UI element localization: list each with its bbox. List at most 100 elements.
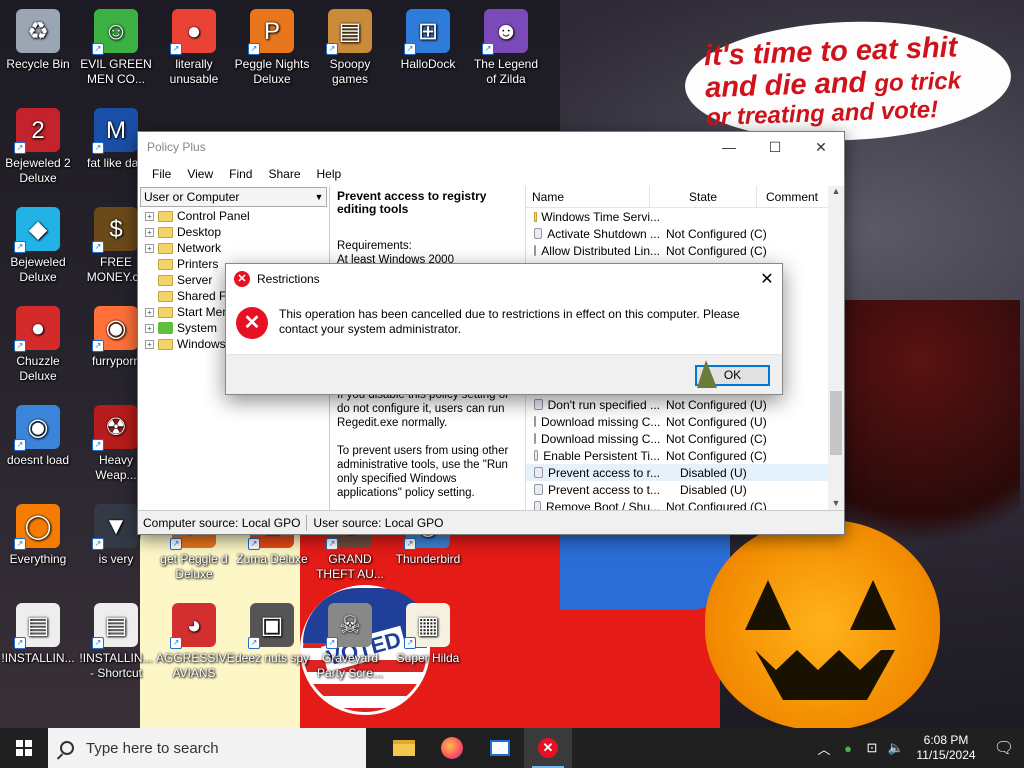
desktop-icon-label: Peggle Nights Deluxe bbox=[234, 57, 310, 86]
clock-time: 6:08 PM bbox=[923, 733, 969, 747]
menu-share[interactable]: Share bbox=[260, 167, 308, 181]
desktop-icon-evil-green-men-co[interactable]: ☺ ↗ EVIL GREEN MEN CO... bbox=[78, 5, 154, 87]
desktop-icon-label: doesnt load bbox=[6, 453, 70, 467]
scroll-down-icon[interactable]: ▼ bbox=[828, 498, 844, 508]
dialog-message: This operation has been cancelled due to… bbox=[279, 307, 740, 336]
user-source-value: Local GPO bbox=[384, 515, 444, 530]
desktop-icon-super-hilda[interactable]: ▦ ↗ Super Hilda bbox=[390, 599, 466, 666]
network-icon[interactable]: ⊡ bbox=[863, 740, 881, 756]
tree-item-desktop[interactable]: + Desktop bbox=[138, 224, 329, 240]
document-icon: ▤ ↗ bbox=[14, 603, 60, 649]
tree-item-control-panel[interactable]: + Control Panel bbox=[138, 208, 329, 224]
maximize-button[interactable]: ☐ bbox=[752, 139, 798, 156]
desktop-icon-the-legend-of-zilda[interactable]: ☻ ↗ The Legend of Zilda bbox=[468, 5, 544, 87]
scroll-thumb[interactable] bbox=[830, 391, 842, 455]
desktop-icon-installin-shortcut[interactable]: ▤ ↗ !INSTALLIN... - Shortcut bbox=[78, 599, 154, 681]
policy-row[interactable]: Remove Boot / Shu... Not Configured (C) bbox=[526, 498, 828, 510]
desktop-icon-recycle-bin[interactable]: ♻ Recycle Bin bbox=[0, 5, 76, 72]
clock[interactable]: 6:08 PM 11/15/2024 bbox=[908, 733, 984, 763]
desktop-icon-label: !INSTALLIN... bbox=[1, 651, 75, 665]
tree-item-label: Desktop bbox=[177, 225, 222, 239]
policy-name: Don't run specified ... bbox=[547, 397, 660, 412]
policy-row[interactable]: Prevent access to t... Disabled (U) bbox=[526, 481, 828, 498]
desktop-icon-everything[interactable]: ◯ ↗ Everything bbox=[0, 500, 76, 567]
window-title: Policy Plus bbox=[147, 140, 206, 154]
policy-state: Not Configured (C) bbox=[666, 448, 767, 463]
scroll-up-icon[interactable]: ▲ bbox=[828, 186, 844, 196]
desktop-icon-peggle-nights-deluxe[interactable]: P ↗ Peggle Nights Deluxe bbox=[234, 5, 310, 87]
policy-row[interactable]: Download missing C... Not Configured (C) bbox=[526, 430, 828, 447]
shortcut-arrow-icon: ↗ bbox=[92, 142, 104, 154]
desktop-icon-hallodock[interactable]: ⊞ ↗ HalloDock bbox=[390, 5, 466, 72]
desktop-icon-deez-nuts-spy[interactable]: ▣ ↗ deez nuts spy bbox=[234, 599, 310, 666]
shortcut-arrow-icon: ↗ bbox=[326, 637, 338, 649]
taskbar-firefox[interactable] bbox=[428, 728, 476, 768]
desktop-icon-bejeweled-2-deluxe[interactable]: 2 ↗ Bejeweled 2 Deluxe bbox=[0, 104, 76, 186]
policy-name: Remove Boot / Shu... bbox=[545, 499, 660, 511]
desktop-icon-graveyard-party-scre[interactable]: ☠ ↗ Graveyard Party Scre... bbox=[312, 599, 388, 681]
menu-file[interactable]: File bbox=[144, 167, 179, 181]
expand-icon[interactable]: + bbox=[145, 227, 154, 237]
taskbar-search-box[interactable]: Type here to search bbox=[48, 728, 366, 768]
error-icon: ✕ bbox=[236, 307, 268, 339]
mpl-icon: M ↗ bbox=[92, 108, 138, 154]
taskbar-file-explorer[interactable] bbox=[380, 728, 428, 768]
menu-help[interactable]: Help bbox=[309, 167, 350, 181]
expand-icon[interactable]: + bbox=[145, 339, 154, 349]
policy-icon bbox=[534, 467, 543, 478]
desktop-icon-spoopy-games[interactable]: ▤ ↗ Spoopy games bbox=[312, 5, 388, 87]
folder-icon bbox=[158, 338, 173, 350]
chevron-up-icon[interactable]: ︿ bbox=[815, 739, 833, 758]
tree-item-label: Start Men bbox=[177, 305, 230, 319]
policy-row[interactable]: Allow Distributed Lin... Not Configured (… bbox=[526, 242, 844, 259]
policy-icon bbox=[534, 399, 543, 410]
start-button[interactable] bbox=[0, 728, 48, 768]
graveyard-icon: ☠ ↗ bbox=[326, 603, 372, 649]
policy-icon bbox=[534, 484, 543, 495]
shortcut-arrow-icon: ↗ bbox=[92, 637, 104, 649]
policy-row[interactable]: Don't run specified ... Not Configured (U… bbox=[526, 396, 828, 413]
dialog-close-button[interactable]: ✕ bbox=[752, 269, 782, 289]
menu-find[interactable]: Find bbox=[221, 167, 260, 181]
policy-row[interactable]: Activate Shutdown ... Not Configured (C) bbox=[526, 225, 844, 242]
list-scrollbar[interactable]: ▲ ▼ bbox=[828, 186, 844, 510]
desktop-icon-installin[interactable]: ▤ ↗ !INSTALLIN... bbox=[0, 599, 76, 666]
policy-name: Prevent access to t... bbox=[547, 482, 660, 497]
taskbar-policy-plus[interactable] bbox=[476, 728, 524, 768]
column-state[interactable]: State bbox=[650, 186, 757, 207]
expand-icon[interactable]: + bbox=[145, 211, 154, 221]
people-icon[interactable]: ● bbox=[839, 741, 857, 756]
tree-item-label: Shared F bbox=[177, 289, 227, 303]
menu-view[interactable]: View bbox=[179, 167, 221, 181]
desktop-icon-doesnt-load[interactable]: ◉ ↗ doesnt load bbox=[0, 401, 76, 468]
desktop-icon-bejeweled-deluxe[interactable]: ◆ ↗ Bejeweled Deluxe bbox=[0, 203, 76, 285]
taskbar-error-dialog[interactable]: ✕ bbox=[524, 728, 572, 768]
minimize-button[interactable]: — bbox=[706, 139, 752, 156]
pixel-dog-icon: ▦ ↗ bbox=[404, 603, 450, 649]
close-button[interactable]: ✕ bbox=[798, 139, 844, 156]
tree-item-network[interactable]: + Network bbox=[138, 240, 329, 256]
restrictions-dialog[interactable]: ✕ Restrictions ✕ ✕ This operation has be… bbox=[225, 263, 783, 395]
desktop-icon-chuzzle-deluxe[interactable]: ● ↗ Chuzzle Deluxe bbox=[0, 302, 76, 384]
notification-icon[interactable]: 🗨 bbox=[984, 738, 1024, 758]
desktop-icon-label: Graveyard Party Scre... bbox=[316, 651, 384, 680]
tree-item-label: Windows bbox=[177, 337, 226, 351]
expand-icon[interactable]: + bbox=[145, 323, 154, 333]
policy-row[interactable]: Download missing C... Not Configured (U) bbox=[526, 413, 828, 430]
desktop-icon-aggressive-avians[interactable]: ◕ ↗ AGGRESSIVE AVIANS bbox=[156, 599, 235, 681]
policy-row[interactable]: Prevent access to r... Disabled (U) bbox=[526, 464, 828, 481]
expand-icon[interactable]: + bbox=[145, 307, 154, 317]
tree-item-label: Server bbox=[177, 273, 213, 287]
column-comment[interactable]: Comment bbox=[757, 186, 827, 207]
volume-icon[interactable]: 🔈 bbox=[887, 740, 905, 756]
dialog-titlebar[interactable]: ✕ Restrictions ✕ bbox=[226, 264, 782, 294]
policy-row[interactable]: Enable Persistent Ti... Not Configured (C… bbox=[526, 447, 828, 464]
window-titlebar[interactable]: Policy Plus — ☐ ✕ bbox=[138, 132, 844, 162]
desktop-icon-label: Recycle Bin bbox=[6, 57, 70, 71]
scope-combobox[interactable]: User or Computer ▼ bbox=[140, 187, 327, 207]
desktop-icon-literally-unusable[interactable]: ● ↗ literally unusable bbox=[156, 5, 232, 87]
column-name[interactable]: Name bbox=[526, 186, 650, 207]
expand-icon[interactable]: + bbox=[145, 243, 154, 253]
policy-state: Not Configured (U) bbox=[666, 414, 767, 429]
policy-row[interactable]: Windows Time Servi... bbox=[526, 208, 844, 225]
